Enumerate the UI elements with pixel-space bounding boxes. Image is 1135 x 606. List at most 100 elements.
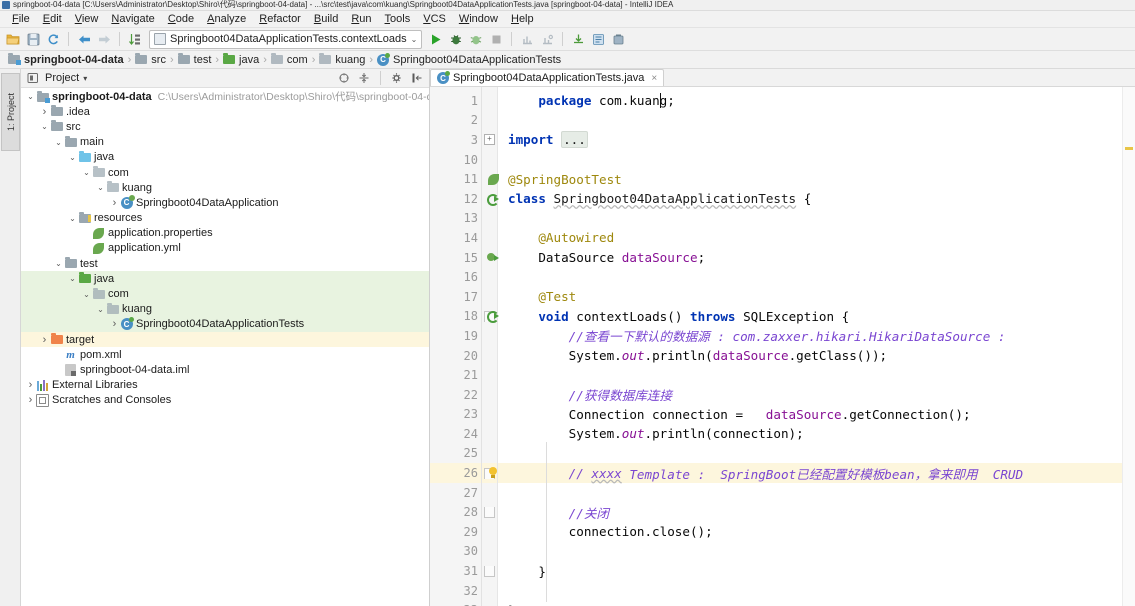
fold-line-28[interactable] <box>482 502 497 522</box>
error-stripe-scrollbar[interactable] <box>1122 87 1135 606</box>
profile-cpu-icon[interactable] <box>518 30 536 48</box>
profile-memory-icon[interactable] <box>538 30 556 48</box>
editor-tab-springboot04dataapplicationtests[interactable]: C Springboot04DataApplicationTests.java … <box>430 69 665 86</box>
code-line-22[interactable]: //获得数据库连接 <box>498 385 1122 405</box>
close-icon[interactable]: × <box>651 73 657 84</box>
chevron-right-icon[interactable]: › <box>39 106 50 118</box>
tree-node-kuang[interactable]: ⌄ kuang <box>21 180 429 195</box>
menu-item-file[interactable]: File <box>6 12 36 27</box>
tree-node-kuang[interactable]: ⌄ kuang <box>21 301 429 317</box>
tree-node-main[interactable]: ⌄ main <box>21 135 429 150</box>
tree-node-application-yml[interactable]: application.yml <box>21 241 429 256</box>
chevron-down-icon[interactable]: ⌄ <box>81 290 92 299</box>
sidebar-item-project[interactable]: 1: Project <box>1 73 20 151</box>
chevron-right-icon[interactable]: › <box>25 394 36 406</box>
code-line-31[interactable]: } <box>498 561 1122 581</box>
collapse-target-icon[interactable] <box>336 70 352 86</box>
forward-arrow-icon[interactable] <box>95 30 113 48</box>
code-content[interactable]: package com.kuang; import ... @SpringBoo… <box>498 87 1122 606</box>
tree-node-springboot-04-data[interactable]: ⌄ springboot-04-data C:\Users\Administrato… <box>21 89 429 104</box>
code-line-17[interactable]: @Test <box>498 287 1122 307</box>
sync-refresh-icon[interactable] <box>44 30 62 48</box>
menu-item-window[interactable]: Window <box>453 12 504 27</box>
tree-node-java[interactable]: ⌄ java <box>21 150 429 165</box>
menu-item-edit[interactable]: Edit <box>37 12 68 27</box>
code-line-12[interactable]: class Springboot04DataApplicationTests { <box>498 189 1122 209</box>
code-line-13[interactable] <box>498 209 1122 229</box>
code-line-20[interactable]: System. out .println(dataSource .getClass()… <box>498 346 1122 366</box>
menu-item-build[interactable]: Build <box>308 12 344 27</box>
chevron-down-icon[interactable]: ⌄ <box>39 122 50 131</box>
breadcrumb-item-com[interactable]: com <box>270 53 311 66</box>
tree-node-springboot04dataapplication[interactable]: › C Springboot04DataApplication <box>21 194 429 210</box>
tree-node-pom-xml[interactable]: m pom.xml <box>21 347 429 362</box>
breadcrumb-item-springboot04dataapplicationtests[interactable]: C Springboot04DataApplicationTests <box>377 52 564 66</box>
code-line-1[interactable]: package com.kuang; <box>498 91 1122 111</box>
chevron-down-icon[interactable]: ▾ <box>83 74 87 83</box>
code-line-14[interactable]: @Autowired <box>498 228 1122 248</box>
chevron-right-icon[interactable]: › <box>39 334 50 346</box>
code-line-11[interactable]: @SpringBootTest <box>498 169 1122 189</box>
breadcrumb-item-src[interactable]: src <box>135 53 169 66</box>
stop-icon[interactable] <box>487 30 505 48</box>
menu-item-vcs[interactable]: VCS <box>417 12 452 27</box>
code-line-15[interactable]: DataSource dataSource; <box>498 248 1122 268</box>
code-line-27[interactable] <box>498 483 1122 503</box>
fold-region-end-icon[interactable] <box>484 506 495 518</box>
chevron-down-icon[interactable]: ⌄ <box>25 92 36 101</box>
code-line-3[interactable]: import ... <box>498 130 1122 150</box>
code-line-26[interactable]: // xxxx Template : SpringBoot已经配置好模板bean… <box>498 463 1122 483</box>
tree-node-test[interactable]: ⌄ test <box>21 256 429 271</box>
code-line-16[interactable] <box>498 267 1122 287</box>
menu-item-code[interactable]: Code <box>162 12 200 27</box>
tree-node-src[interactable]: ⌄ src <box>21 119 429 134</box>
tree-node--idea[interactable]: › .idea <box>21 104 429 119</box>
gear-icon[interactable] <box>389 70 405 86</box>
run-configuration-selector[interactable]: Springboot04DataApplicationTests.context… <box>149 29 423 49</box>
sort-toggle-icon[interactable] <box>126 30 144 48</box>
code-line-23[interactable]: Connection connection = dataSource .getCo… <box>498 405 1122 425</box>
breadcrumb-item-kuang[interactable]: kuang <box>319 53 368 66</box>
menu-item-navigate[interactable]: Navigate <box>105 12 160 27</box>
tree-node-com[interactable]: ⌄ com <box>21 165 429 180</box>
tree-node-scratches-and-consoles[interactable]: › Scratches and Consoles <box>21 393 429 408</box>
chevron-down-icon[interactable]: ⌄ <box>67 274 78 283</box>
commit-icon[interactable] <box>589 30 607 48</box>
hide-panel-icon[interactable] <box>409 70 425 86</box>
back-arrow-icon[interactable] <box>75 30 93 48</box>
code-line-19[interactable]: //查看一下默认的数据源 : com.zaxxer.hikari.HikariD… <box>498 326 1122 346</box>
run-coverage-icon[interactable] <box>467 30 485 48</box>
settings-struct-icon[interactable] <box>609 30 627 48</box>
fold-region-end-icon[interactable] <box>484 565 495 577</box>
chevron-down-icon[interactable]: ⌄ <box>67 214 78 223</box>
fold-line-3[interactable]: + <box>482 130 497 150</box>
tree-node-com[interactable]: ⌄ com <box>21 286 429 302</box>
tree-node-java[interactable]: ⌄ java <box>21 271 429 287</box>
update-project-icon[interactable] <box>569 30 587 48</box>
breadcrumb-item-java[interactable]: java <box>223 53 262 66</box>
code-line-21[interactable] <box>498 365 1122 385</box>
code-editor[interactable]: 1 2 3 10 11 12 13 14 15 16 17 18 19 20 21 22 23 24 25 26 27 2… <box>430 87 1135 606</box>
code-line-29[interactable]: connection.close(); <box>498 522 1122 542</box>
fold-line-31[interactable] <box>482 561 497 581</box>
menu-item-view[interactable]: View <box>69 12 105 27</box>
chevron-right-icon[interactable]: › <box>109 318 120 330</box>
menu-item-help[interactable]: Help <box>505 12 540 27</box>
tree-node-external-libraries[interactable]: › External Libraries <box>21 378 429 393</box>
code-line-32[interactable] <box>498 581 1122 601</box>
code-line-30[interactable] <box>498 542 1122 562</box>
chevron-down-icon[interactable]: ⌄ <box>81 168 92 177</box>
menu-item-tools[interactable]: Tools <box>379 12 417 27</box>
fold-expand-icon[interactable]: + <box>484 134 495 146</box>
breadcrumb-item-test[interactable]: test <box>177 53 215 66</box>
open-folder-icon[interactable] <box>4 30 22 48</box>
chevron-down-icon[interactable]: ⌄ <box>53 138 64 147</box>
collapse-all-icon[interactable] <box>356 70 372 86</box>
chevron-down-icon[interactable]: ⌄ <box>53 259 64 268</box>
code-line-33[interactable]: } <box>498 600 1122 606</box>
code-line-28[interactable]: //关闭 <box>498 502 1122 522</box>
tree-node-resources[interactable]: ⌄ resources <box>21 211 429 226</box>
menu-item-refactor[interactable]: Refactor <box>253 12 307 27</box>
chevron-right-icon[interactable]: › <box>25 379 36 391</box>
menu-item-analyze[interactable]: Analyze <box>201 12 252 27</box>
